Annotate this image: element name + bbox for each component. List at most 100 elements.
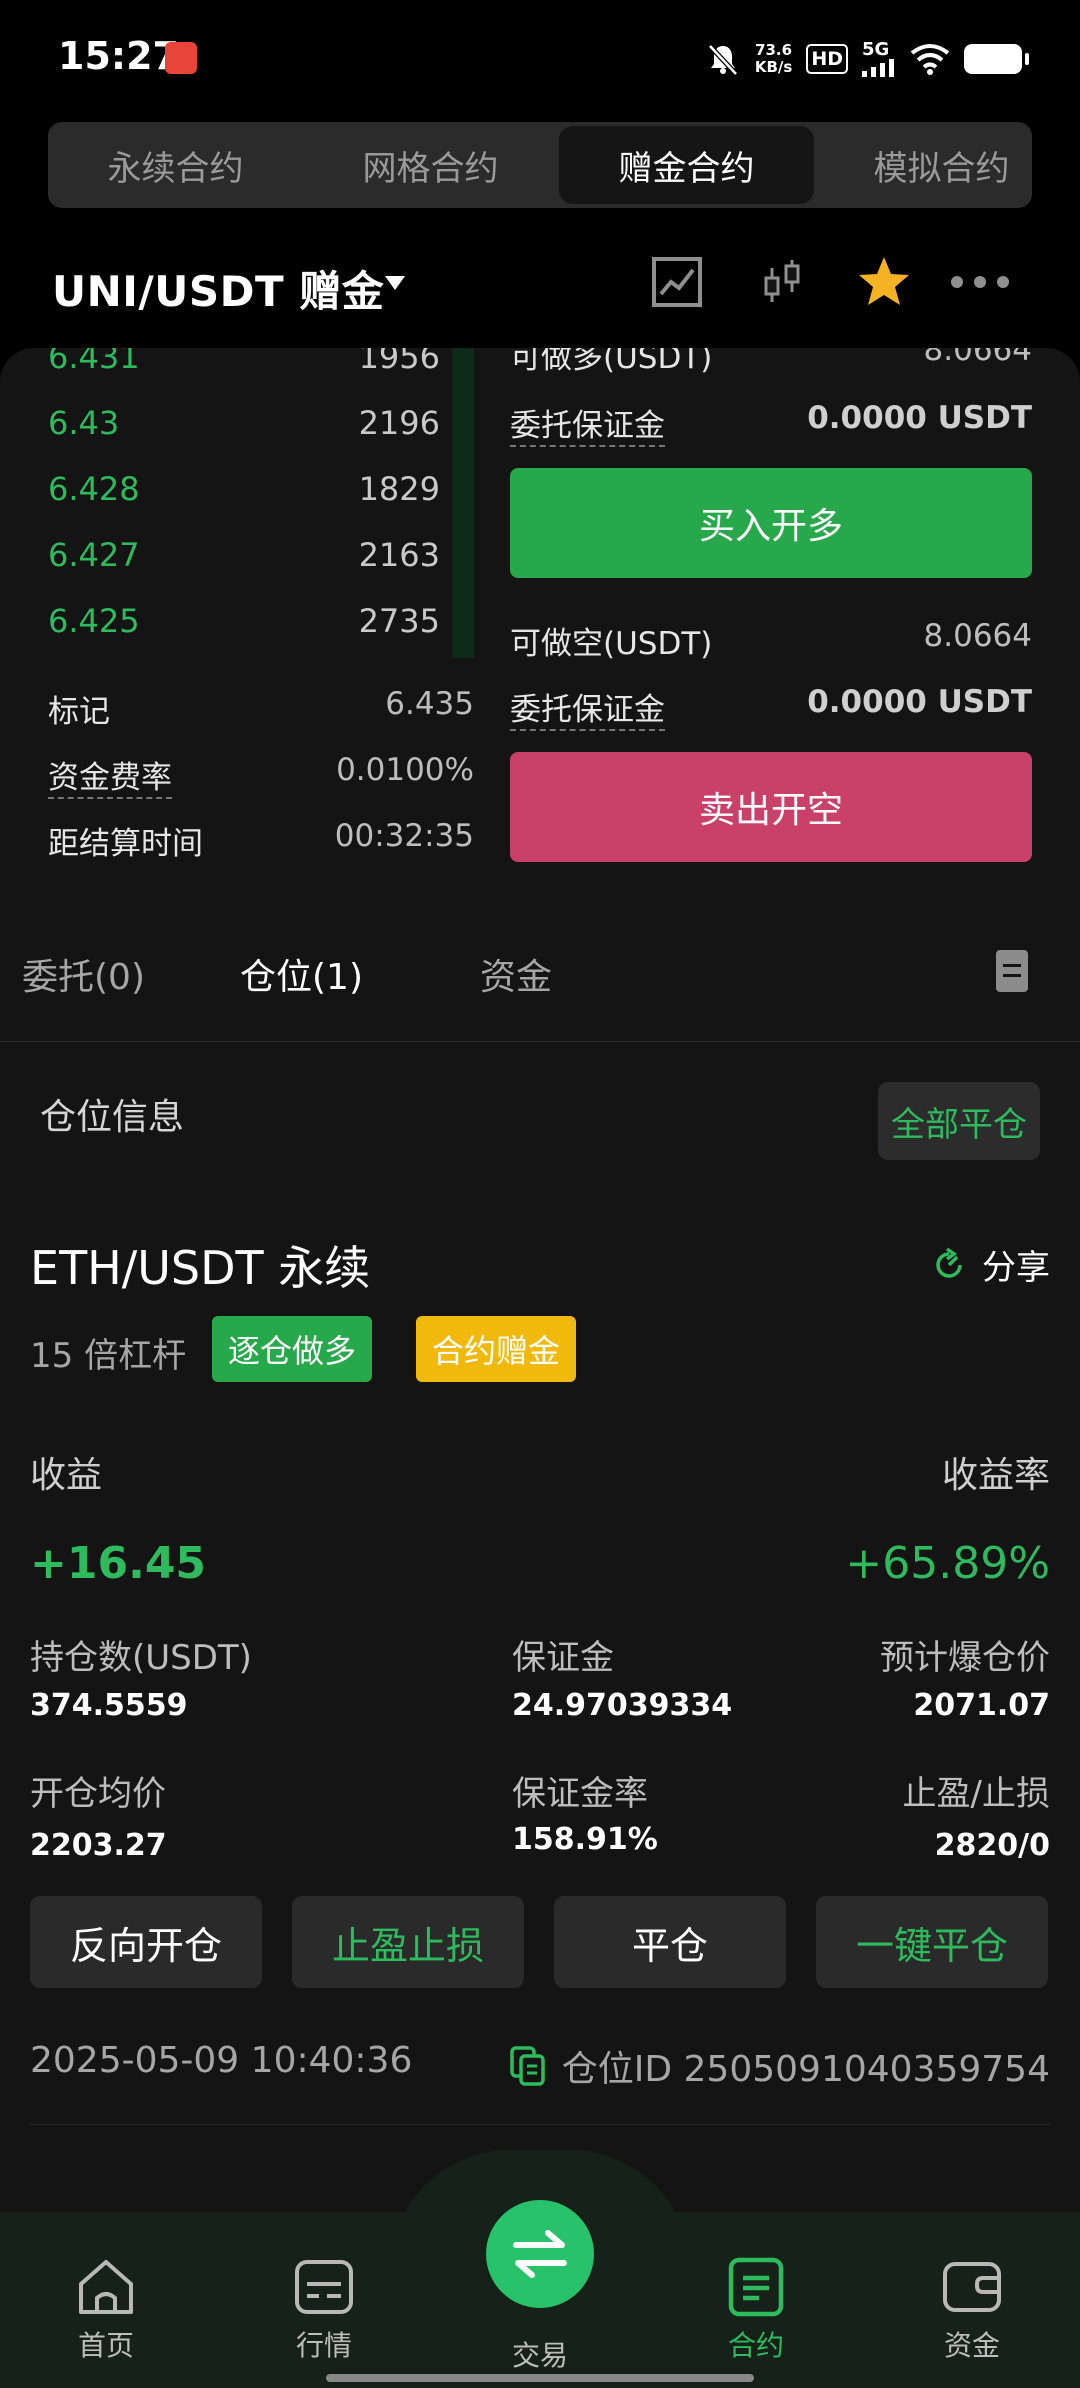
wallet-icon <box>943 2262 1001 2312</box>
buy-long-button[interactable]: 买入开多 <box>510 468 1032 578</box>
funding-rate-row: 资金费率 0.0100% <box>48 752 474 799</box>
chart-icon[interactable] <box>645 250 709 314</box>
share-icon <box>936 1247 962 1278</box>
tab-funds[interactable]: 资金 <box>480 948 552 1000</box>
orderbook-price: 6.427 <box>48 536 140 574</box>
orderbook-row[interactable]: 6.427 2163 <box>48 536 440 592</box>
nav-contract-label: 合约 <box>727 2329 784 2362</box>
liquidation-price-value: 2071.07 <box>913 1688 1050 1723</box>
margin-label: 保证金 <box>512 1638 614 1678</box>
orderbook-depth-bar <box>452 348 474 658</box>
orderbook-qty: 2735 <box>358 602 440 640</box>
close-position-button[interactable]: 平仓 <box>554 1896 786 1988</box>
long-available-value: 8.0664 <box>923 348 1032 368</box>
document-icon[interactable] <box>996 950 1028 992</box>
settlement-countdown-value: 00:32:35 <box>334 818 474 854</box>
nav-trade-label: 交易 <box>511 2339 568 2372</box>
symbol-selector[interactable]: UNI/USDT 赠金 <box>52 258 384 319</box>
nav-home[interactable]: 首页 <box>36 2254 176 2364</box>
network-speed-value: 73.6 <box>755 41 793 59</box>
orderbook-price: 6.43 <box>48 404 120 442</box>
network-type: 5G <box>862 39 890 60</box>
position-size-label: 持仓数(USDT) <box>30 1638 252 1678</box>
tab-grid[interactable]: 网格合约 <box>303 122 558 208</box>
orderbook-price: 6.431 <box>48 348 140 376</box>
trade-panel: 6.431 1956 6.43 2196 6.428 1829 6.427 21… <box>0 348 1080 890</box>
position-id-text: 仓位ID 2505091040359754 <box>561 2049 1050 2090</box>
network-speed: 73.6 KB/s <box>755 42 792 76</box>
funding-rate-value: 0.0100% <box>336 752 474 788</box>
position-panel: 仓位信息 全部平仓 ETH/USDT 永续 分享 15 倍杠杆 逐仓做多 合约赠… <box>0 1042 1080 2212</box>
share-label: 分享 <box>982 1248 1050 1288</box>
quick-close-button[interactable]: 一键平仓 <box>816 1896 1048 1988</box>
swap-icon <box>513 2230 567 2278</box>
signal-bars-icon <box>862 59 894 77</box>
position-tabs: 委托(0) 仓位(1) 资金 <box>0 890 1080 1042</box>
network-speed-unit: KB/s <box>754 58 793 76</box>
orderbook-row[interactable]: 6.431 1956 <box>48 348 440 394</box>
nav-contract[interactable]: 合约 <box>686 2254 826 2364</box>
app-notification-icon <box>165 42 197 74</box>
more-icon[interactable] <box>948 250 1012 314</box>
isolated-long-badge: 逐仓做多 <box>212 1316 373 1382</box>
nav-market[interactable]: 行情 <box>254 2254 394 2364</box>
contract-type-tabs: 永续合约 网格合约 赠金合约 模拟合约 <box>48 122 1032 208</box>
position-info-title: 仓位信息 <box>40 1097 185 1138</box>
tab-positions[interactable]: 仓位(1) <box>240 948 363 1000</box>
star-icon[interactable] <box>852 250 916 314</box>
tpsl-button[interactable]: 止盈止损 <box>292 1896 524 1988</box>
position-symbol[interactable]: ETH/USDT 永续 <box>30 1232 370 1298</box>
long-available-label: 可做多(USDT) <box>510 348 713 376</box>
status-bar: 15:27 73.6 KB/s HD 5G <box>0 0 1080 118</box>
tab-demo[interactable]: 模拟合约 <box>814 122 1032 208</box>
long-margin-label[interactable]: 委托保证金 <box>510 400 665 447</box>
long-margin-value: 0.0000 USDT <box>807 400 1032 436</box>
bonus-badge: 合约赠金 <box>416 1316 577 1382</box>
entry-price-value: 2203.27 <box>30 1828 167 1863</box>
short-available-value: 8.0664 <box>923 618 1032 654</box>
short-margin-row: 委托保证金 0.0000 USDT <box>510 684 1032 731</box>
mark-price-value: 6.435 <box>385 686 474 722</box>
home-indicator[interactable] <box>326 2374 754 2382</box>
signal-5g: 5G <box>862 41 896 77</box>
tab-perpetual[interactable]: 永续合约 <box>48 122 303 208</box>
orderbook-row[interactable]: 6.428 1829 <box>48 470 440 526</box>
copy-icon[interactable] <box>509 2046 546 2086</box>
liquidation-price-label: 预计爆仓价 <box>880 1638 1050 1678</box>
pnl-label: 收益 <box>30 1455 103 1496</box>
position-size-value: 374.5559 <box>30 1688 188 1723</box>
sell-short-button[interactable]: 卖出开空 <box>510 752 1032 862</box>
funding-rate-label[interactable]: 资金费率 <box>48 752 172 799</box>
orderbook-qty: 2196 <box>358 404 440 442</box>
tab-orders[interactable]: 委托(0) <box>22 948 145 1000</box>
short-margin-label[interactable]: 委托保证金 <box>510 684 665 731</box>
candlestick-icon[interactable] <box>750 250 814 314</box>
contract-icon <box>728 2257 784 2317</box>
tpsl-label: 止盈/止损 <box>902 1774 1050 1814</box>
orderbook-qty: 1956 <box>358 348 440 376</box>
trade-button[interactable] <box>486 2200 594 2308</box>
orderbook-price: 6.425 <box>48 602 140 640</box>
margin-value: 24.97039334 <box>512 1688 733 1723</box>
entry-price-label: 开仓均价 <box>30 1774 166 1814</box>
pnl-value: +16.45 <box>30 1538 207 1589</box>
orderbook-qty: 2163 <box>358 536 440 574</box>
close-all-button[interactable]: 全部平仓 <box>878 1082 1040 1160</box>
tpsl-value: 2820/0 <box>934 1828 1050 1863</box>
reverse-open-button[interactable]: 反向开仓 <box>30 1896 262 1988</box>
orderbook-qty: 1829 <box>358 470 440 508</box>
short-margin-value: 0.0000 USDT <box>807 684 1032 720</box>
hd-badge: HD <box>806 44 848 74</box>
orderbook-row[interactable]: 6.425 2735 <box>48 602 440 658</box>
nav-funds[interactable]: 资金 <box>902 2254 1042 2364</box>
caret-down-icon[interactable] <box>385 276 405 290</box>
status-time: 15:27 <box>58 34 179 78</box>
nav-funds-label: 资金 <box>943 2329 1000 2362</box>
position-open-time: 2025-05-09 10:40:36 <box>30 2040 413 2081</box>
share-button[interactable]: 分享 <box>930 1240 1050 1289</box>
tab-bonus[interactable]: 赠金合约 <box>559 126 814 204</box>
mark-price-label: 标记 <box>48 694 110 730</box>
orderbook-row[interactable]: 6.43 2196 <box>48 404 440 460</box>
short-available-row: 可做空(USDT) 8.0664 <box>510 618 1032 662</box>
nav-market-label: 行情 <box>295 2329 352 2362</box>
